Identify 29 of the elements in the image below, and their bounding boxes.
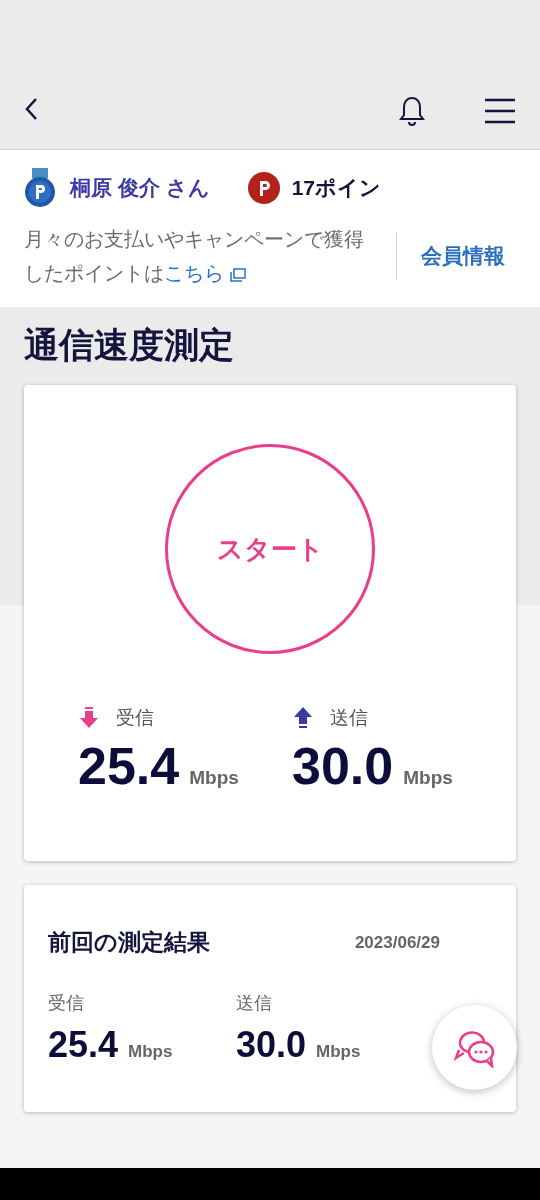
result-label: 送信 [236,991,273,1015]
speed-unit: Mbps [189,765,239,790]
speed-unit: Mbps [403,765,453,790]
measurement-date: 2023/06/29 [354,931,440,954]
points-note: 月々のお支払いやキャンペーンで獲得したポイントはこちら [24,227,364,286]
speed-unit: Mbps [128,1040,173,1063]
member-info-link[interactable]: 会員情報 [421,240,505,272]
speed-value: 25.4 [78,735,180,797]
speed-value: 30.0 [292,735,394,797]
here-link[interactable]: こちら [164,262,246,284]
start-button[interactable]: スタート [165,444,375,654]
speed-value: 25.4 [48,1022,119,1067]
result-label: 送信 [330,706,368,730]
back-icon[interactable] [24,97,38,121]
medal-icon [24,168,56,208]
menu-icon[interactable] [484,98,516,124]
result-label: 受信 [116,706,154,730]
speed-unit: Mbps [316,1040,361,1063]
notification-bell-icon[interactable] [398,95,426,127]
points-count: 17ポイン [291,175,382,202]
external-link-icon [230,267,246,282]
page-title: 通信速度測定 [23,324,235,366]
upload-arrow-icon [294,707,312,730]
points-icon [247,172,280,204]
result-label: 受信 [48,991,85,1015]
speed-value: 30.0 [236,1022,307,1067]
member-name: 桐原 俊介 さん [70,175,210,202]
previous-result-title: 前回の測定結果 [48,928,210,957]
download-arrow-icon [80,707,98,730]
